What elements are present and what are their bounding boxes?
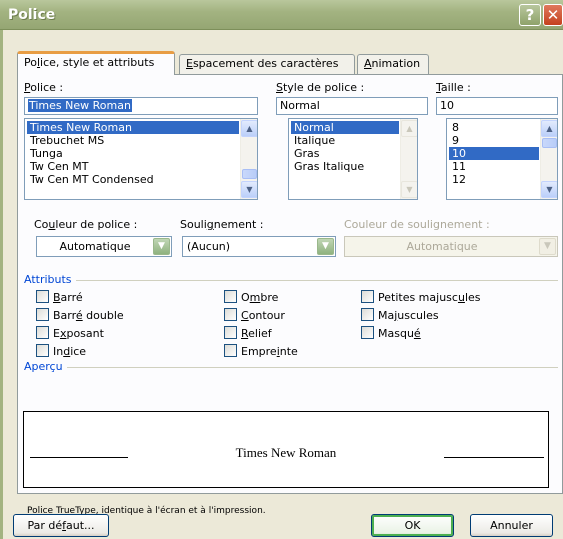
checkbox-icon[interactable] xyxy=(224,344,237,357)
title-bar: Police ? ✕ xyxy=(0,0,563,30)
emboss-checkbox[interactable]: Relief xyxy=(224,326,272,340)
tab-animation[interactable]: Animation xyxy=(357,54,429,74)
scroll-up-icon[interactable]: ▲ xyxy=(401,120,417,137)
style-list-item[interactable]: Gras xyxy=(291,147,417,160)
font-input[interactable]: Times New Roman xyxy=(24,97,258,115)
checkbox-icon[interactable] xyxy=(36,344,49,357)
font-list[interactable]: Times New Roman Trebuchet MS Tunga Tw Ce… xyxy=(24,118,258,200)
chevron-down-icon[interactable]: ▼ xyxy=(153,238,170,255)
underline-label: Soulignement : xyxy=(180,218,264,231)
outline-checkbox[interactable]: Contour xyxy=(224,308,285,322)
scroll-down-icon[interactable]: ▼ xyxy=(541,181,557,198)
font-dialog: Police, style et attributs Espacement de… xyxy=(0,30,563,539)
scroll-down-icon[interactable]: ▼ xyxy=(241,181,257,198)
size-list-scrollbar[interactable]: ▲ ▼ xyxy=(540,119,557,199)
font-list-item[interactable]: Times New Roman xyxy=(27,121,239,134)
scroll-up-icon[interactable]: ▲ xyxy=(541,120,557,137)
font-color-dropdown[interactable]: Automatique ▼ xyxy=(36,236,172,257)
scroll-up-icon[interactable]: ▲ xyxy=(241,120,257,137)
checkbox-icon[interactable] xyxy=(361,326,374,339)
help-icon[interactable]: ? xyxy=(519,4,541,26)
ok-button[interactable]: OK xyxy=(371,514,454,537)
preview-group-label: Aperçu xyxy=(24,360,67,373)
preview-line-right xyxy=(444,457,544,458)
checkbox-icon[interactable] xyxy=(36,308,49,321)
scroll-down-icon[interactable]: ▼ xyxy=(401,181,417,198)
underline-value: (Aucun) xyxy=(187,240,231,253)
subscript-checkbox[interactable]: Indice xyxy=(36,344,86,358)
scroll-thumb[interactable] xyxy=(242,169,257,179)
cancel-button[interactable]: Annuler xyxy=(470,514,553,537)
underline-color-dropdown[interactable]: Automatique ▼ xyxy=(344,236,558,257)
style-input[interactable]: Normal xyxy=(276,97,428,115)
font-list-item[interactable]: Trebuchet MS xyxy=(27,134,257,147)
window-title: Police xyxy=(8,7,56,23)
checkbox-icon[interactable] xyxy=(361,290,374,303)
tab-character-spacing[interactable]: Espacement des caractères xyxy=(179,54,355,74)
size-list[interactable]: 8 9 10 11 12 ▲ ▼ xyxy=(446,118,558,200)
checkbox-icon[interactable] xyxy=(36,326,49,339)
preview-box: Times New Roman xyxy=(23,411,549,488)
font-list-scrollbar[interactable]: ▲ ▼ xyxy=(240,119,257,199)
underline-dropdown[interactable]: (Aucun) ▼ xyxy=(182,236,336,257)
checkbox-icon[interactable] xyxy=(224,326,237,339)
preview-sample-text: Times New Roman xyxy=(235,445,337,460)
size-list-item[interactable]: 8 xyxy=(449,121,539,134)
size-list-item[interactable]: 10 xyxy=(449,147,539,160)
style-list-item[interactable]: Gras Italique xyxy=(291,160,417,173)
double-strikethrough-checkbox[interactable]: Barré double xyxy=(36,308,124,322)
default-button[interactable]: Par défaut... xyxy=(13,514,109,537)
strikethrough-checkbox[interactable]: Barré xyxy=(36,290,83,304)
font-list-item[interactable]: Tunga xyxy=(27,147,257,160)
font-color-value: Automatique xyxy=(59,240,131,253)
preview-divider xyxy=(64,367,558,368)
attributes-group-label: Attributs xyxy=(24,273,76,286)
font-color-label: Couleur de police : xyxy=(34,218,138,231)
style-list-scrollbar[interactable]: ▲ ▼ xyxy=(400,119,417,199)
underline-color-label: Couleur de soulignement : xyxy=(344,218,490,231)
size-label: Taille : xyxy=(436,81,471,94)
small-caps-checkbox[interactable]: Petites majuscules xyxy=(361,290,481,304)
close-icon[interactable]: ✕ xyxy=(543,4,563,26)
engrave-checkbox[interactable]: Empreinte xyxy=(224,344,298,358)
scroll-thumb[interactable] xyxy=(542,138,557,148)
font-label: Police : xyxy=(24,81,64,94)
style-label: Style de police : xyxy=(276,81,365,94)
size-input[interactable]: 10 xyxy=(436,97,558,115)
all-caps-checkbox[interactable]: Majuscules xyxy=(361,308,439,322)
shadow-checkbox[interactable]: Ombre xyxy=(224,290,278,304)
font-list-item[interactable]: Tw Cen MT Condensed xyxy=(27,173,257,186)
chevron-down-icon[interactable]: ▼ xyxy=(539,238,556,255)
superscript-checkbox[interactable]: Exposant xyxy=(36,326,104,340)
underline-color-value: Automatique xyxy=(406,240,478,253)
tab-font-style-attributes[interactable]: Police, style et attributs xyxy=(17,51,175,75)
style-list-item[interactable]: Normal xyxy=(291,121,399,134)
font-list-item[interactable]: Tw Cen MT xyxy=(27,160,257,173)
chevron-down-icon[interactable]: ▼ xyxy=(317,238,334,255)
checkbox-icon[interactable] xyxy=(224,308,237,321)
attributes-divider xyxy=(68,280,558,281)
hidden-checkbox[interactable]: Masqué xyxy=(361,326,421,340)
checkbox-icon[interactable] xyxy=(36,290,49,303)
checkbox-icon[interactable] xyxy=(224,290,237,303)
style-list-item[interactable]: Italique xyxy=(291,134,417,147)
style-list[interactable]: Normal Italique Gras Gras Italique ▲ ▼ xyxy=(288,118,418,200)
checkbox-icon[interactable] xyxy=(361,308,374,321)
